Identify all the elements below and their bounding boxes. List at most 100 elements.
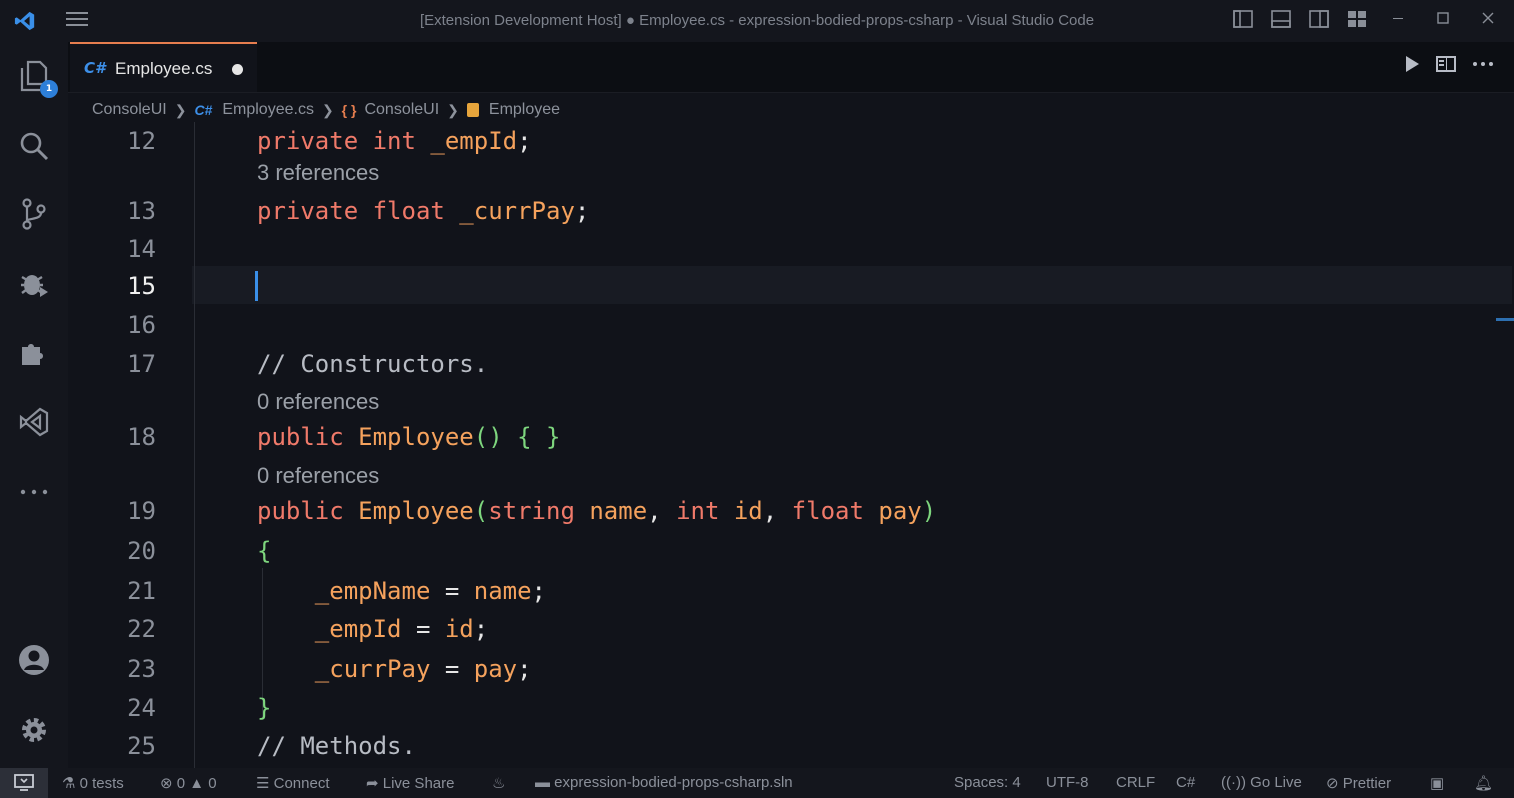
code-line: 20 { bbox=[68, 532, 1508, 570]
manage-gear-icon[interactable] bbox=[14, 710, 54, 750]
explorer-icon[interactable]: 1 bbox=[14, 56, 58, 98]
source-control-icon[interactable] bbox=[14, 194, 54, 234]
code-editor[interactable]: 12 private int _empId; 3 references 13 priv… bbox=[68, 122, 1514, 768]
problems-status[interactable]: ⊗ 0 ▲ 0 bbox=[160, 774, 217, 792]
maximize-icon[interactable] bbox=[1433, 10, 1453, 30]
code-token: , bbox=[647, 497, 677, 525]
minimize-icon[interactable] bbox=[1388, 10, 1408, 30]
code-token: pay bbox=[878, 497, 922, 525]
code-token: int bbox=[372, 127, 431, 155]
line-number: 23 bbox=[127, 655, 156, 683]
line-number: 25 bbox=[127, 732, 156, 760]
code-lens-references[interactable]: 0 references bbox=[257, 389, 379, 415]
code-lens-references[interactable]: 3 references bbox=[257, 160, 379, 186]
visual-studio-icon[interactable] bbox=[14, 402, 54, 442]
code-token: _currPay bbox=[314, 655, 431, 683]
toggle-primary-sidebar-icon[interactable] bbox=[1233, 10, 1253, 30]
code-line: 14 bbox=[68, 230, 1508, 268]
flame-icon[interactable]: ♨ bbox=[492, 774, 505, 792]
accounts-icon[interactable] bbox=[14, 640, 54, 680]
code-line: 17 // Constructors. bbox=[68, 345, 1508, 383]
code-token: ; bbox=[517, 655, 532, 683]
more-icon[interactable] bbox=[14, 472, 54, 512]
language-status[interactable]: C# bbox=[1176, 774, 1195, 791]
prettier-label: Prettier bbox=[1342, 775, 1392, 792]
code-line: 23 _currPay = pay; bbox=[68, 650, 1508, 688]
code-token: private bbox=[257, 127, 373, 155]
class-icon bbox=[466, 103, 479, 117]
chevron-right-icon: ❯ bbox=[447, 101, 459, 118]
code-token: name bbox=[589, 497, 648, 525]
run-debug-icon[interactable] bbox=[14, 263, 54, 303]
warning-icon: ▲ bbox=[189, 775, 205, 792]
status-bar: ⚗ 0 tests ⊗ 0 ▲ 0 ☰ Connect ➦ Live Share… bbox=[0, 768, 1514, 798]
code-token: () { } bbox=[473, 423, 561, 451]
code-line: 25 // Methods. bbox=[68, 727, 1508, 765]
live-share-status[interactable]: ➦ Live Share bbox=[366, 774, 454, 792]
tests-status[interactable]: ⚗ 0 tests bbox=[62, 774, 124, 792]
code-text: // Constructors. bbox=[257, 345, 488, 383]
code-token: pay bbox=[473, 655, 518, 683]
line-number: 24 bbox=[127, 694, 156, 722]
code-line: 21 _empName = name; bbox=[68, 572, 1508, 610]
explorer-badge: 1 bbox=[40, 80, 58, 98]
code-lens-references[interactable]: 0 references bbox=[257, 463, 379, 489]
search-icon[interactable] bbox=[14, 126, 54, 166]
eol-status[interactable]: CRLF bbox=[1116, 774, 1155, 791]
solution-status[interactable]: ▬ expression-bodied-props-csharp.sln bbox=[535, 774, 793, 791]
overview-ruler-marker bbox=[1496, 318, 1514, 321]
code-line: 18 public Employee() { } bbox=[68, 418, 1508, 456]
toggle-secondary-sidebar-icon[interactable] bbox=[1309, 10, 1329, 30]
csharp-file-icon: C# bbox=[194, 102, 213, 118]
line-number: 12 bbox=[127, 127, 156, 155]
error-icon: ⊗ bbox=[160, 775, 173, 792]
code-token: Employee bbox=[358, 423, 474, 451]
code-token: id bbox=[733, 497, 763, 525]
indentation-status[interactable]: Spaces: 4 bbox=[954, 774, 1021, 791]
editor-actions bbox=[1404, 55, 1494, 78]
extensions-icon[interactable] bbox=[14, 333, 54, 373]
line-number: 15 bbox=[127, 272, 156, 300]
notifications-bell-icon[interactable]: 🔔︎ bbox=[1474, 774, 1493, 792]
code-token: = bbox=[401, 615, 445, 643]
more-actions-icon[interactable] bbox=[1472, 55, 1494, 78]
database-icon: ☰ bbox=[256, 775, 270, 792]
code-token: ; bbox=[517, 127, 546, 155]
folder-icon: ▬ bbox=[535, 774, 550, 791]
remote-window-icon[interactable] bbox=[0, 768, 48, 798]
breadcrumb-namespace[interactable]: ConsoleUI bbox=[364, 101, 439, 119]
code-token: = bbox=[430, 577, 474, 605]
code-token: , bbox=[762, 497, 792, 525]
code-token: float bbox=[791, 497, 879, 525]
close-icon[interactable] bbox=[1478, 10, 1498, 30]
breadcrumb-file[interactable]: Employee.cs bbox=[222, 101, 314, 119]
breadcrumb-class[interactable]: Employee bbox=[489, 101, 560, 119]
code-text: public Employee() { } bbox=[257, 418, 560, 456]
toggle-panel-icon[interactable] bbox=[1271, 10, 1291, 30]
customize-layout-icon[interactable] bbox=[1347, 10, 1367, 30]
code-line: 22 _empId = id; bbox=[68, 610, 1508, 648]
code-token: // Methods. bbox=[257, 732, 416, 760]
code-line: 24} bbox=[68, 689, 1508, 727]
title-bar: [Extension Development Host] ● Employee.… bbox=[0, 0, 1514, 42]
encoding-status[interactable]: UTF-8 bbox=[1046, 774, 1089, 791]
connect-status[interactable]: ☰ Connect bbox=[256, 774, 330, 792]
unsaved-dot-icon[interactable] bbox=[232, 64, 243, 75]
breadcrumb-project[interactable]: ConsoleUI bbox=[92, 101, 167, 119]
code-token: ( bbox=[473, 497, 489, 525]
prettier-status[interactable]: ⊘ Prettier bbox=[1326, 774, 1391, 792]
code-line: 12 private int _empId; bbox=[68, 122, 1508, 160]
run-icon[interactable] bbox=[1404, 55, 1420, 78]
code-token: private bbox=[257, 197, 373, 225]
activity-bar: 1 bbox=[0, 42, 68, 768]
live-share-icon: ➦ bbox=[366, 775, 379, 792]
code-token: public bbox=[257, 497, 359, 525]
line-number: 17 bbox=[127, 350, 156, 378]
line-number: 20 bbox=[127, 537, 156, 565]
go-live-status[interactable]: ((·)) Go Live bbox=[1221, 774, 1302, 791]
chevron-right-icon: ❯ bbox=[321, 101, 334, 118]
tab-employee-cs[interactable]: C# Employee.cs bbox=[70, 42, 257, 92]
code-token: = bbox=[430, 655, 474, 683]
feedback-icon[interactable]: ▣ bbox=[1430, 774, 1444, 792]
split-editor-icon[interactable] bbox=[1436, 55, 1456, 78]
